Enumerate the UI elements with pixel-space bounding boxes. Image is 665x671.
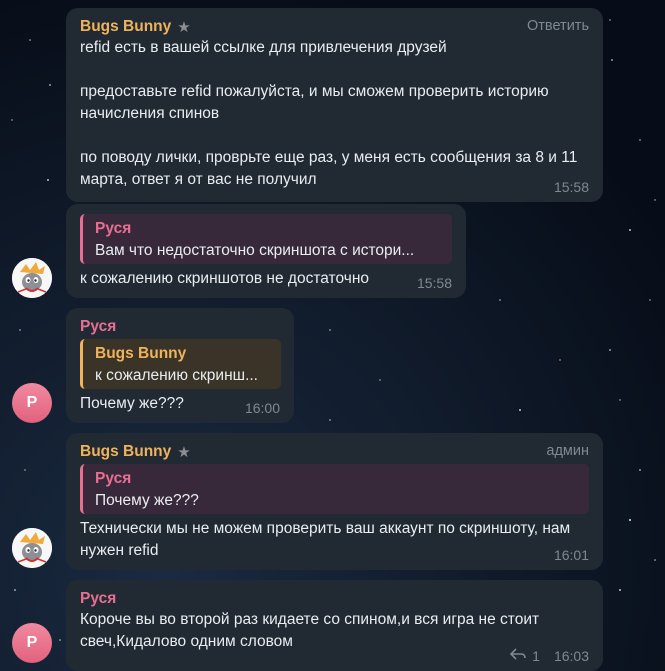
message-bubble[interactable]: Руся Короче вы во второй раз кидаете со …: [66, 580, 603, 671]
sender-name-label[interactable]: Bugs Bunny: [80, 18, 171, 36]
sender-name[interactable]: Руся: [80, 318, 280, 336]
message-time: 16:01: [553, 547, 589, 563]
message-text: Технически мы не можем проверить ваш акк…: [80, 520, 575, 559]
message-bubble[interactable]: Bugs Bunny ★ Ответить refid есть в вашей…: [66, 8, 603, 202]
avatar-rusya[interactable]: Р: [12, 623, 52, 663]
star-icon: ★: [177, 19, 191, 36]
star-icon: ★: [177, 444, 191, 461]
reply-quote[interactable]: Руся Вам что недостаточно скриншота с ис…: [80, 214, 452, 264]
message-time: 16:03: [553, 647, 589, 664]
message-text: refid есть в вашей ссылке для привлечени…: [80, 39, 578, 188]
message-time: 16:00: [244, 400, 280, 416]
reply-quote[interactable]: Bugs Bunny к сожалению скринш...: [80, 339, 281, 389]
sender-name-label[interactable]: Bugs Bunny: [80, 443, 171, 461]
bugs-bunny-avatar-icon: [12, 258, 52, 298]
sender-name[interactable]: Bugs Bunny ★: [80, 443, 589, 461]
message-bubble[interactable]: Bugs Bunny ★ админ Руся Почему же??? Тех…: [66, 433, 603, 570]
avatar-letter: Р: [26, 634, 38, 651]
quote-text: к сожалению скринш...: [95, 367, 258, 384]
message-time: 15:58: [416, 275, 452, 291]
admin-badge: админ: [546, 443, 589, 459]
message-bubble[interactable]: Руся Bugs Bunny к сожалению скринш... По…: [66, 308, 294, 423]
avatar-letter: Р: [26, 394, 38, 411]
reply-count[interactable]: 1: [532, 648, 540, 664]
quote-text: Почему же???: [95, 492, 199, 509]
avatar-bugs-bunny[interactable]: [12, 258, 52, 298]
bugs-bunny-avatar-icon: [12, 528, 52, 568]
message-bubble[interactable]: Руся Вам что недостаточно скриншота с ис…: [66, 204, 466, 298]
avatar-bugs-bunny[interactable]: [12, 528, 52, 568]
quote-sender: Руся: [95, 220, 132, 237]
message-time: 15:58: [553, 179, 589, 195]
reply-button[interactable]: Ответить: [527, 18, 589, 34]
quote-text: Вам что недостаточно скриншота с истори.…: [95, 242, 415, 259]
message-text: к сожалению скриншотов не достаточно: [80, 270, 369, 287]
sender-name[interactable]: Bugs Bunny ★: [80, 18, 589, 36]
sender-name[interactable]: Руся: [80, 590, 589, 608]
reply-quote[interactable]: Руся Почему же???: [80, 464, 589, 514]
message-meta: 1 16:03: [510, 647, 589, 664]
quote-sender: Bugs Bunny: [95, 345, 187, 362]
avatar-rusya[interactable]: Р: [12, 383, 52, 423]
reply-arrow-icon[interactable]: [510, 647, 526, 664]
quote-sender: Руся: [95, 470, 132, 487]
